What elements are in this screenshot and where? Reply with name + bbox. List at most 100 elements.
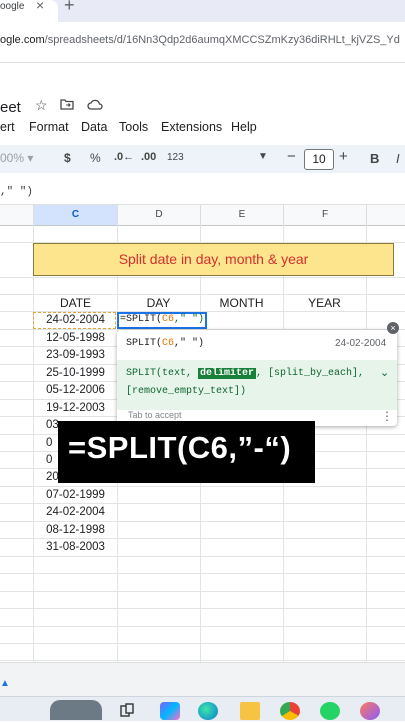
date-cell[interactable]: 24-02-2004: [34, 506, 117, 518]
formula-ref: C6: [162, 314, 175, 325]
date-cell[interactable]: 03: [46, 419, 59, 431]
header-day[interactable]: DAY: [117, 296, 200, 310]
column-header-b[interactable]: [0, 205, 34, 225]
date-cell[interactable]: 0: [46, 454, 52, 466]
move-folder-icon[interactable]: [60, 97, 74, 113]
row-divider: [0, 643, 405, 644]
function-signature: SPLIT(text, delimiter, [split_by_each],: [126, 368, 364, 379]
suggestion-suffix: ," "): [174, 338, 205, 349]
number-format-button[interactable]: 123: [167, 152, 184, 163]
row-divider: [0, 660, 405, 661]
date-cell[interactable]: 0: [46, 437, 52, 449]
column-header-c[interactable]: C: [34, 205, 118, 225]
edge-browser-icon[interactable]: [198, 702, 218, 720]
new-tab-button[interactable]: +: [64, 0, 75, 16]
referenced-cell-highlight: [33, 312, 116, 329]
header-month[interactable]: MONTH: [200, 296, 283, 310]
tab-title: oogle: [0, 1, 25, 12]
weather-widget-icon[interactable]: [50, 700, 102, 720]
copilot-icon[interactable]: [160, 702, 180, 720]
menu-extensions[interactable]: Extensions: [161, 120, 222, 134]
document-title[interactable]: eet: [0, 99, 21, 116]
menu-format[interactable]: Format: [29, 120, 69, 134]
formula-suffix: ," "): [174, 314, 205, 325]
more-options-icon[interactable]: ⋮: [381, 409, 393, 423]
accept-hint: Tab to accept: [128, 410, 182, 420]
sheet-tabs-bar: [0, 662, 405, 697]
cloud-status-icon[interactable]: [87, 97, 103, 113]
date-cell[interactable]: 31-08-2003: [34, 541, 117, 553]
sheet-title-banner[interactable]: Split date in day, month & year: [33, 243, 394, 276]
suggestion-prefix: SPLIT(: [126, 338, 163, 349]
task-view-icon[interactable]: [118, 702, 138, 720]
zoom-value: 00%: [0, 151, 25, 165]
column-header-e[interactable]: E: [201, 205, 284, 225]
caption-text: =SPLIT(C6,”-“): [68, 430, 292, 465]
date-cell[interactable]: 19-12-2003: [34, 402, 117, 414]
signature-start: SPLIT(text,: [126, 368, 199, 379]
row-divider: [0, 277, 405, 278]
italic-button[interactable]: I: [396, 151, 400, 166]
bold-button[interactable]: B: [370, 151, 379, 166]
percent-format-button[interactable]: %: [90, 151, 101, 165]
decrease-decimal-button[interactable]: .0←: [114, 151, 134, 163]
grid-divider: [33, 225, 34, 665]
font-size-input[interactable]: 10: [304, 149, 334, 170]
date-cell[interactable]: 20: [46, 471, 59, 483]
file-explorer-icon[interactable]: [240, 702, 260, 720]
whatsapp-icon[interactable]: [320, 702, 340, 720]
formula-bar[interactable]: [0, 180, 405, 205]
result-preview: 24-02-2004: [335, 338, 387, 349]
font-size-decrease-button[interactable]: −: [287, 148, 296, 165]
date-cell[interactable]: 08-12-1998: [34, 524, 117, 536]
suggestion-ref: C6: [162, 338, 175, 349]
date-cell[interactable]: 07-02-1999: [34, 489, 117, 501]
row-divider: [0, 608, 405, 609]
zoom-select[interactable]: 00% ▾: [0, 151, 33, 165]
font-dropdown-chevron-icon[interactable]: ▼: [258, 151, 268, 162]
url-text[interactable]: ogle.com/spreadsheets/d/16Nn3Qdp2d6aumqX…: [0, 34, 400, 46]
grid-divider: [366, 225, 367, 665]
menu-help[interactable]: Help: [231, 120, 257, 134]
row-divider: [0, 626, 405, 627]
sheet-list-arrow-icon[interactable]: ▲: [0, 678, 10, 689]
column-header-d[interactable]: D: [118, 205, 201, 225]
date-cell[interactable]: 25-10-1999: [34, 367, 117, 379]
row-divider: [0, 294, 405, 295]
formula-suggestion[interactable]: SPLIT(C6," "): [126, 338, 204, 349]
active-cell-formula[interactable]: =SPLIT(C6," "): [120, 314, 204, 325]
formula-bar-text[interactable]: ," "): [0, 186, 33, 198]
url-domain: ogle.com: [0, 34, 45, 46]
signature-end: , [split_by_each],: [256, 368, 365, 379]
menu-insert[interactable]: ert: [0, 120, 15, 134]
font-size-increase-button[interactable]: +: [339, 148, 348, 165]
formula-prefix: =SPLIT(: [120, 314, 163, 325]
expand-chevron-icon[interactable]: ⌄: [380, 366, 389, 379]
row-divider: [0, 573, 405, 574]
row-divider: [0, 538, 405, 539]
header-date[interactable]: DATE: [34, 296, 117, 310]
chevron-down-icon: ▾: [27, 151, 34, 165]
chrome-icon[interactable]: [280, 702, 300, 720]
close-icon[interactable]: ×: [387, 322, 399, 334]
row-divider: [0, 521, 405, 522]
app-icon[interactable]: [360, 702, 380, 720]
menu-data[interactable]: Data: [81, 120, 107, 134]
function-signature-line2: [remove_empty_text]): [126, 386, 247, 397]
tab-close-icon[interactable]: ×: [36, 0, 44, 13]
column-header-f[interactable]: F: [284, 205, 367, 225]
currency-format-button[interactable]: $: [64, 151, 71, 165]
url-path: /spreadsheets/d/16Nn3Qdp2d6aumqXMCCSZmKz…: [44, 34, 400, 46]
menu-tools[interactable]: Tools: [119, 120, 148, 134]
row-divider: [0, 486, 405, 487]
row-divider: [0, 556, 405, 557]
row-divider: [0, 503, 405, 504]
date-cell[interactable]: 05-12-2006: [34, 384, 117, 396]
increase-decimal-button[interactable]: .00: [141, 151, 156, 163]
date-cell[interactable]: 23-09-1993: [34, 349, 117, 361]
signature-current-arg: delimiter: [198, 368, 257, 379]
star-icon[interactable]: ☆: [35, 97, 48, 114]
header-year[interactable]: YEAR: [283, 296, 366, 310]
row-divider: [0, 591, 405, 592]
date-cell[interactable]: 12-05-1998: [34, 332, 117, 344]
